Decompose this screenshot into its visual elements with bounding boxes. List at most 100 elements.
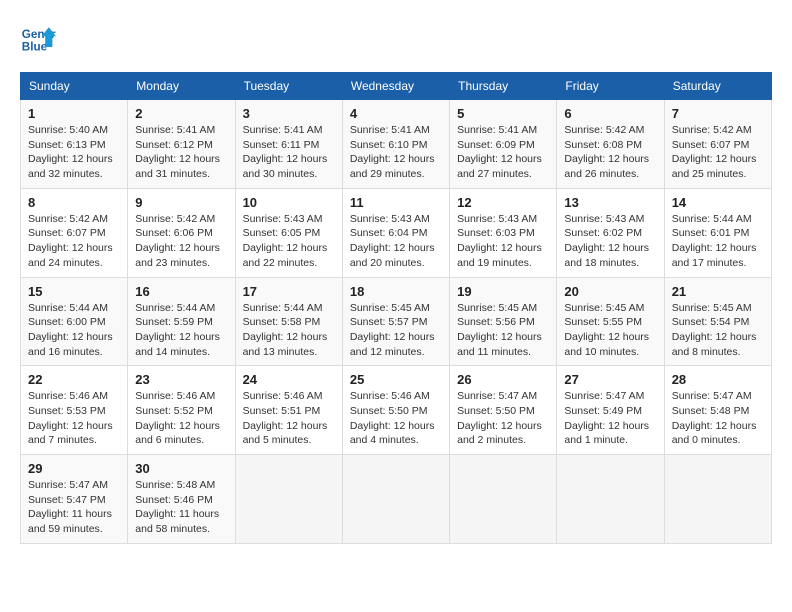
day-number: 28: [672, 372, 764, 387]
day-number: 22: [28, 372, 120, 387]
day-number: 3: [243, 106, 335, 121]
weekday-header-tuesday: Tuesday: [235, 73, 342, 100]
weekday-header-thursday: Thursday: [450, 73, 557, 100]
day-number: 12: [457, 195, 549, 210]
calendar-table: SundayMondayTuesdayWednesdayThursdayFrid…: [20, 72, 772, 544]
day-number: 17: [243, 284, 335, 299]
day-info: Sunrise: 5:41 AM Sunset: 6:09 PM Dayligh…: [457, 123, 549, 182]
day-number: 23: [135, 372, 227, 387]
weekday-header-friday: Friday: [557, 73, 664, 100]
day-number: 18: [350, 284, 442, 299]
day-number: 27: [564, 372, 656, 387]
day-info: Sunrise: 5:41 AM Sunset: 6:12 PM Dayligh…: [135, 123, 227, 182]
day-info: Sunrise: 5:45 AM Sunset: 5:56 PM Dayligh…: [457, 301, 549, 360]
day-number: 14: [672, 195, 764, 210]
day-number: 25: [350, 372, 442, 387]
day-number: 7: [672, 106, 764, 121]
calendar-cell: 3Sunrise: 5:41 AM Sunset: 6:11 PM Daylig…: [235, 100, 342, 189]
calendar-cell: 24 Sunrise: 5:46 AM Sunset: 5:51 PM Dayli…: [235, 366, 342, 455]
calendar-cell: 27 Sunrise: 5:47 AM Sunset: 5:49 PM Dayli…: [557, 366, 664, 455]
calendar-cell: 13 Sunrise: 5:43 AM Sunset: 6:02 PM Dayli…: [557, 188, 664, 277]
calendar-cell: 23 Sunrise: 5:46 AM Sunset: 5:52 PM Dayli…: [128, 366, 235, 455]
day-number: 24: [243, 372, 335, 387]
calendar-cell: 15Sunrise: 5:44 AM Sunset: 6:00 PM Dayli…: [21, 277, 128, 366]
calendar-cell: 7 Sunrise: 5:42 AM Sunset: 6:07 PM Daylig…: [664, 100, 771, 189]
day-number: 5: [457, 106, 549, 121]
day-number: 15: [28, 284, 120, 299]
weekday-header-saturday: Saturday: [664, 73, 771, 100]
day-info: Sunrise: 5:42 AM Sunset: 6:06 PM Dayligh…: [135, 212, 227, 271]
day-info: Sunrise: 5:41 AM Sunset: 6:10 PM Dayligh…: [350, 123, 442, 182]
calendar-cell: [235, 455, 342, 544]
day-info: Sunrise: 5:44 AM Sunset: 5:58 PM Dayligh…: [243, 301, 335, 360]
calendar-cell: [557, 455, 664, 544]
calendar-cell: 11 Sunrise: 5:43 AM Sunset: 6:04 PM Dayli…: [342, 188, 449, 277]
day-info: Sunrise: 5:47 AM Sunset: 5:48 PM Dayligh…: [672, 389, 764, 448]
day-number: 1: [28, 106, 120, 121]
logo-icon: General Blue: [20, 20, 56, 56]
day-number: 19: [457, 284, 549, 299]
calendar-cell: 19 Sunrise: 5:45 AM Sunset: 5:56 PM Dayli…: [450, 277, 557, 366]
day-info: Sunrise: 5:45 AM Sunset: 5:57 PM Dayligh…: [350, 301, 442, 360]
day-info: Sunrise: 5:46 AM Sunset: 5:53 PM Dayligh…: [28, 389, 120, 448]
day-info: Sunrise: 5:47 AM Sunset: 5:47 PM Dayligh…: [28, 478, 120, 537]
calendar-cell: 2 Sunrise: 5:41 AM Sunset: 6:12 PM Daylig…: [128, 100, 235, 189]
calendar-cell: 21 Sunrise: 5:45 AM Sunset: 5:54 PM Dayli…: [664, 277, 771, 366]
svg-text:Blue: Blue: [22, 41, 48, 54]
calendar-cell: 12 Sunrise: 5:43 AM Sunset: 6:03 PM Dayli…: [450, 188, 557, 277]
day-info: Sunrise: 5:42 AM Sunset: 6:07 PM Dayligh…: [28, 212, 120, 271]
calendar-cell: 6 Sunrise: 5:42 AM Sunset: 6:08 PM Daylig…: [557, 100, 664, 189]
calendar-cell: 16Sunrise: 5:44 AM Sunset: 5:59 PM Dayli…: [128, 277, 235, 366]
calendar-cell: [450, 455, 557, 544]
day-number: 11: [350, 195, 442, 210]
day-number: 6: [564, 106, 656, 121]
weekday-header-monday: Monday: [128, 73, 235, 100]
calendar-cell: 9 Sunrise: 5:42 AM Sunset: 6:06 PM Daylig…: [128, 188, 235, 277]
day-info: Sunrise: 5:48 AM Sunset: 5:46 PM Dayligh…: [135, 478, 227, 537]
day-number: 29: [28, 461, 120, 476]
day-info: Sunrise: 5:47 AM Sunset: 5:50 PM Dayligh…: [457, 389, 549, 448]
day-info: Sunrise: 5:46 AM Sunset: 5:50 PM Dayligh…: [350, 389, 442, 448]
calendar-cell: 18 Sunrise: 5:45 AM Sunset: 5:57 PM Dayli…: [342, 277, 449, 366]
calendar-cell: 4 Sunrise: 5:41 AM Sunset: 6:10 PM Daylig…: [342, 100, 449, 189]
page-header: General Blue: [20, 20, 772, 56]
calendar-cell: 8 Sunrise: 5:42 AM Sunset: 6:07 PM Daylig…: [21, 188, 128, 277]
day-info: Sunrise: 5:43 AM Sunset: 6:03 PM Dayligh…: [457, 212, 549, 271]
day-number: 13: [564, 195, 656, 210]
day-info: Sunrise: 5:42 AM Sunset: 6:07 PM Dayligh…: [672, 123, 764, 182]
day-info: Sunrise: 5:45 AM Sunset: 5:54 PM Dayligh…: [672, 301, 764, 360]
day-number: 2: [135, 106, 227, 121]
weekday-header-sunday: Sunday: [21, 73, 128, 100]
day-number: 21: [672, 284, 764, 299]
day-number: 8: [28, 195, 120, 210]
day-number: 9: [135, 195, 227, 210]
day-info: Sunrise: 5:43 AM Sunset: 6:05 PM Dayligh…: [243, 212, 335, 271]
calendar-cell: 29 Sunrise: 5:47 AM Sunset: 5:47 PM Dayli…: [21, 455, 128, 544]
day-info: Sunrise: 5:42 AM Sunset: 6:08 PM Dayligh…: [564, 123, 656, 182]
logo: General Blue: [20, 20, 62, 56]
day-info: Sunrise: 5:45 AM Sunset: 5:55 PM Dayligh…: [564, 301, 656, 360]
calendar-cell: [664, 455, 771, 544]
calendar-cell: 14 Sunrise: 5:44 AM Sunset: 6:01 PM Dayli…: [664, 188, 771, 277]
day-info: Sunrise: 5:44 AM Sunset: 6:01 PM Dayligh…: [672, 212, 764, 271]
day-info: Sunrise: 5:43 AM Sunset: 6:02 PM Dayligh…: [564, 212, 656, 271]
calendar-cell: 5 Sunrise: 5:41 AM Sunset: 6:09 PM Daylig…: [450, 100, 557, 189]
calendar-cell: 25 Sunrise: 5:46 AM Sunset: 5:50 PM Dayli…: [342, 366, 449, 455]
day-number: 30: [135, 461, 227, 476]
day-number: 16: [135, 284, 227, 299]
calendar-cell: 22 Sunrise: 5:46 AM Sunset: 5:53 PM Dayli…: [21, 366, 128, 455]
day-info: Sunrise: 5:46 AM Sunset: 5:52 PM Dayligh…: [135, 389, 227, 448]
day-info: Sunrise: 5:47 AM Sunset: 5:49 PM Dayligh…: [564, 389, 656, 448]
day-info: Sunrise: 5:40 AM Sunset: 6:13 PM Dayligh…: [28, 123, 120, 182]
day-number: 20: [564, 284, 656, 299]
calendar-cell: 26Sunrise: 5:47 AM Sunset: 5:50 PM Dayli…: [450, 366, 557, 455]
weekday-header-wednesday: Wednesday: [342, 73, 449, 100]
calendar-cell: [342, 455, 449, 544]
calendar-cell: 30 Sunrise: 5:48 AM Sunset: 5:46 PM Dayli…: [128, 455, 235, 544]
day-info: Sunrise: 5:43 AM Sunset: 6:04 PM Dayligh…: [350, 212, 442, 271]
calendar-cell: 1 Sunrise: 5:40 AM Sunset: 6:13 PM Daylig…: [21, 100, 128, 189]
day-number: 10: [243, 195, 335, 210]
calendar-cell: 10 Sunrise: 5:43 AM Sunset: 6:05 PM Dayli…: [235, 188, 342, 277]
day-number: 4: [350, 106, 442, 121]
day-info: Sunrise: 5:46 AM Sunset: 5:51 PM Dayligh…: [243, 389, 335, 448]
